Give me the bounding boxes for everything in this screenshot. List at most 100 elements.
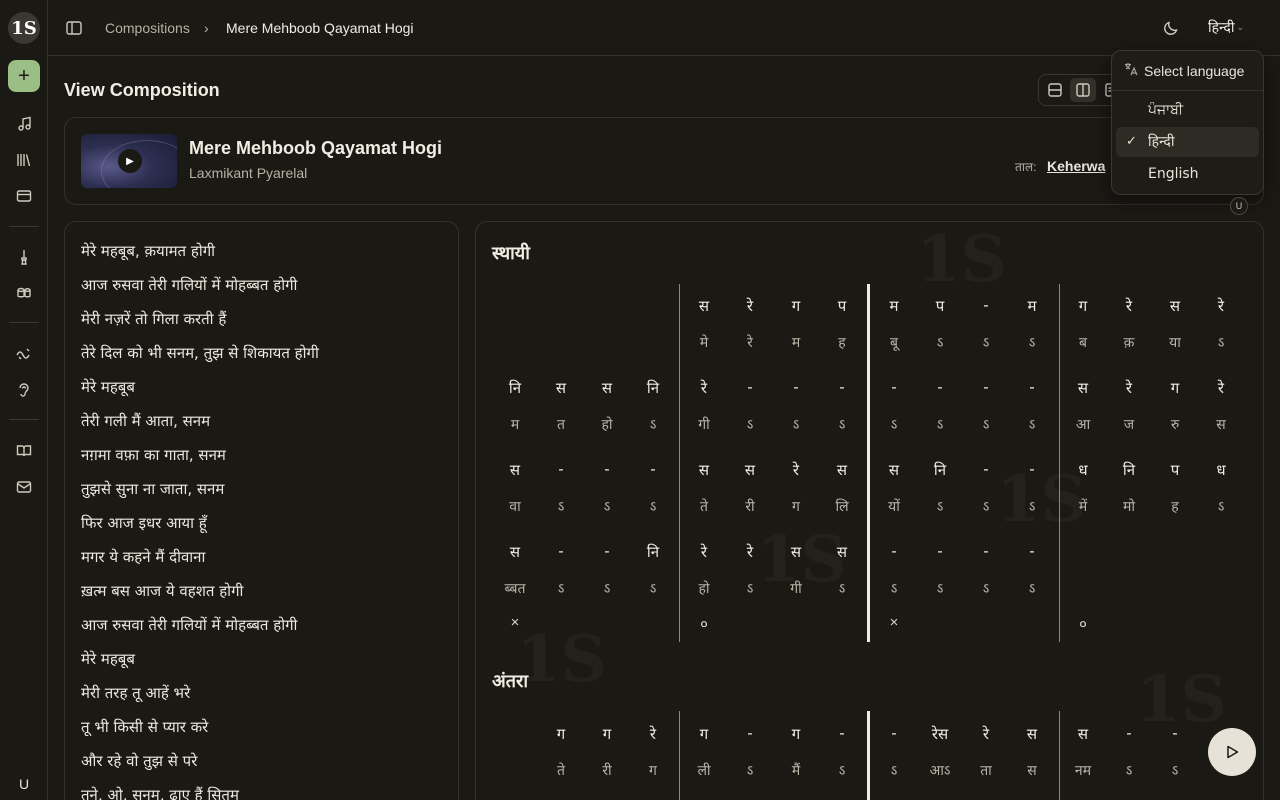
swara-note: म	[889, 297, 899, 315]
user-badge: U	[1230, 197, 1248, 215]
vibhag-divider	[679, 284, 680, 642]
view-split-button[interactable]	[1070, 78, 1096, 102]
swara-note: नि	[646, 379, 660, 397]
swara-note: -	[983, 296, 989, 314]
bol-syllable: ऽ	[1217, 499, 1225, 515]
rail-mail[interactable]	[0, 473, 48, 501]
bol-syllable: में	[1078, 499, 1088, 515]
lyric-line: ख़त्म बस आज ये वहशत होगी	[81, 582, 244, 600]
swara-note: ग	[791, 297, 801, 315]
swara-note: -	[839, 378, 845, 396]
bol-syllable: गी	[698, 417, 710, 433]
bol-syllable: री	[602, 763, 612, 779]
bol-syllable: गी	[790, 581, 802, 597]
bol-syllable: या	[1169, 335, 1181, 351]
bol-syllable: ह	[838, 335, 846, 351]
lyric-line: मेरे महबूब	[81, 650, 135, 668]
rail-ear-training[interactable]	[0, 376, 48, 404]
mail-icon	[16, 481, 32, 493]
swara-note: -	[747, 378, 753, 396]
swara-note: रे	[700, 543, 708, 561]
swara-note: नि	[1122, 461, 1136, 479]
bol-syllable: ग	[792, 499, 800, 515]
bol-syllable: ऽ	[746, 763, 754, 779]
swara-note: -	[891, 542, 897, 560]
swara-note: -	[937, 378, 943, 396]
swara-note: -	[1029, 378, 1035, 396]
bol-syllable: ऽ	[936, 499, 944, 515]
swara-note: नि	[508, 379, 522, 397]
library-icon	[17, 154, 31, 167]
bol-syllable: ली	[697, 763, 711, 779]
bol-syllable: ऽ	[982, 335, 990, 351]
wave-icon	[16, 348, 30, 360]
swara-note: -	[1172, 724, 1178, 742]
user-avatar[interactable]: U	[10, 772, 38, 796]
rail-music-note[interactable]	[0, 110, 48, 138]
swara-note: -	[839, 724, 845, 742]
breadcrumb-compositions[interactable]: Compositions	[105, 19, 190, 37]
swara-note: म	[1027, 297, 1037, 315]
rail-practice[interactable]	[0, 340, 48, 368]
moon-icon	[1164, 21, 1178, 35]
swara-note: ग	[699, 725, 709, 743]
language-option-hindi[interactable]: ✓ हिन्दी	[1116, 127, 1259, 157]
bol-syllable: आऽ	[929, 763, 951, 779]
swara-note: ग	[791, 725, 801, 743]
language-option-punjabi[interactable]: ਪੰਜਾਬੀ	[1116, 95, 1259, 125]
rail-tuner[interactable]	[0, 243, 48, 271]
bol-syllable: ऽ	[1028, 499, 1036, 515]
dropdown-divider	[1112, 90, 1263, 91]
swara-note: स	[555, 379, 567, 397]
bol-syllable: हो	[601, 417, 613, 433]
swara-note: -	[891, 724, 897, 742]
bol-syllable: ऽ	[746, 581, 754, 597]
bol-syllable: ब	[1079, 335, 1087, 351]
swara-note: रे	[746, 297, 754, 315]
vibhag-divider	[1059, 284, 1060, 642]
lyric-line: मगर ये कहने मैं दीवाना	[81, 548, 206, 566]
bol-syllable: ऽ	[1217, 335, 1225, 351]
lyric-line: मेरे महबूब	[81, 378, 135, 396]
language-option-label: हिन्दी	[1148, 134, 1175, 150]
rail-docs[interactable]	[0, 437, 48, 465]
thumbnail-play-button[interactable]: ▶	[118, 149, 142, 173]
swara-note: स	[790, 543, 802, 561]
sidebar-toggle-button[interactable]	[65, 19, 83, 37]
app-logo[interactable]: 1S	[8, 12, 40, 44]
rail-library[interactable]	[0, 146, 48, 174]
language-dropdown-header: Select language	[1124, 62, 1244, 79]
swara-note: रे	[649, 725, 657, 743]
swara-note: स	[601, 379, 613, 397]
language-option-english[interactable]: English	[1116, 159, 1259, 189]
swara-note: -	[604, 460, 610, 478]
swara-note: रे	[700, 379, 708, 397]
bol-syllable: ऽ	[890, 763, 898, 779]
play-button[interactable]	[1208, 728, 1256, 776]
sthayi-heading: स्थायी	[492, 243, 530, 264]
vibhag-divider	[679, 711, 680, 800]
rail-tabla[interactable]	[0, 279, 48, 307]
bol-syllable: स	[1027, 763, 1037, 779]
lyric-line: और रहे वो तुझ से परे	[81, 752, 198, 770]
swara-note: प	[1170, 461, 1180, 479]
language-selector-button[interactable]: हिन्दी ⌄	[1208, 18, 1244, 37]
ear-icon	[19, 383, 29, 397]
track-thumbnail[interactable]: ▶	[81, 134, 177, 188]
new-composition-button[interactable]: +	[8, 60, 40, 92]
bol-syllable: ऽ	[1028, 581, 1036, 597]
swara-note: रे	[1217, 297, 1225, 315]
bol-syllable: ऽ	[1028, 335, 1036, 351]
taal-link[interactable]: Keherwa	[1047, 158, 1105, 174]
theme-toggle-button[interactable]	[1162, 19, 1180, 37]
bol-syllable: ऽ	[982, 581, 990, 597]
bol-syllable: ऽ	[890, 581, 898, 597]
bol-syllable: ऽ	[936, 417, 944, 433]
view-stacked-button[interactable]	[1042, 78, 1068, 102]
swara-note: -	[891, 378, 897, 396]
rail-billing[interactable]	[0, 182, 48, 210]
language-dropdown-title: Select language	[1144, 62, 1245, 79]
lyric-line: मेरी तरह तू आहें भरे	[81, 684, 191, 702]
swara-note: प	[935, 297, 945, 315]
lyric-line: नग़मा वफ़ा का गाता, सनम	[81, 446, 226, 464]
